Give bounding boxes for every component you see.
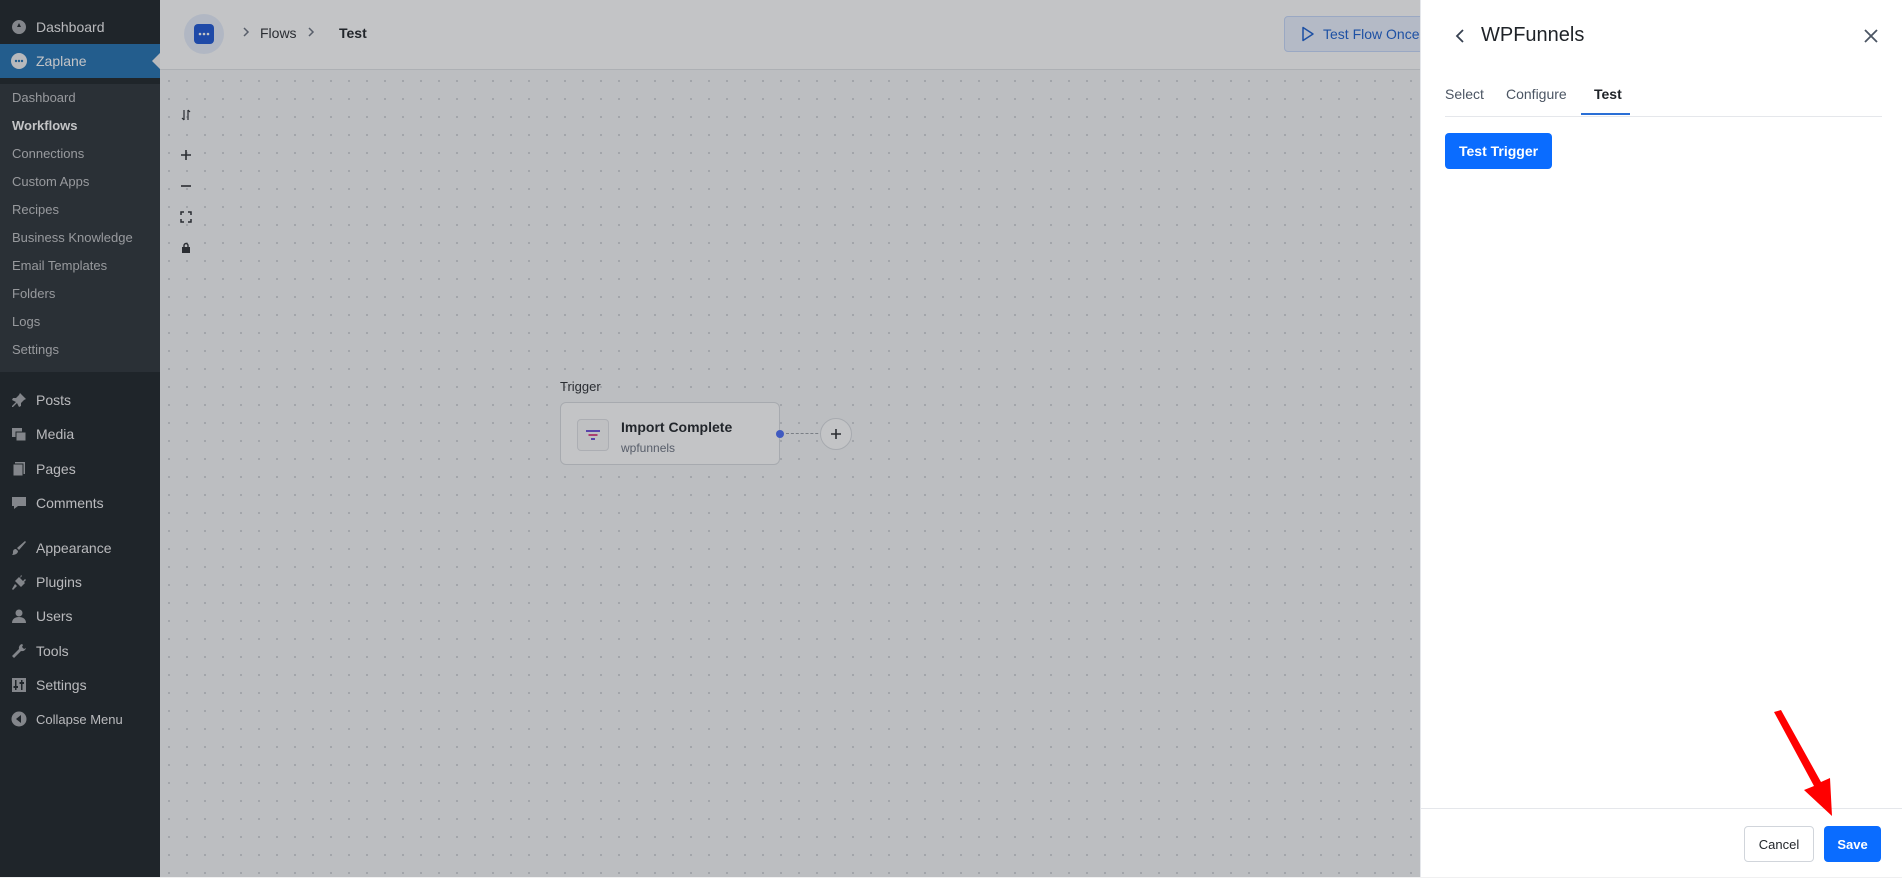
drawer-title: WPFunnels xyxy=(1481,24,1585,46)
save-button[interactable]: Save xyxy=(1824,826,1881,862)
tab-test[interactable]: Test xyxy=(1594,86,1622,102)
test-trigger-button[interactable]: Test Trigger xyxy=(1445,133,1553,169)
drawer-tabs: Select Configure Test xyxy=(1445,80,1882,117)
close-button[interactable] xyxy=(1859,24,1883,48)
active-tab-indicator xyxy=(1581,113,1630,115)
chevron-left-icon xyxy=(1455,29,1464,43)
tab-configure[interactable]: Configure xyxy=(1506,86,1567,102)
cancel-button[interactable]: Cancel xyxy=(1744,826,1814,862)
modal-backdrop[interactable] xyxy=(0,0,1420,877)
tab-select[interactable]: Select xyxy=(1445,86,1484,102)
red-arrow-annotation-icon xyxy=(1774,710,1832,816)
close-icon xyxy=(1864,29,1878,43)
back-button[interactable] xyxy=(1449,24,1473,48)
